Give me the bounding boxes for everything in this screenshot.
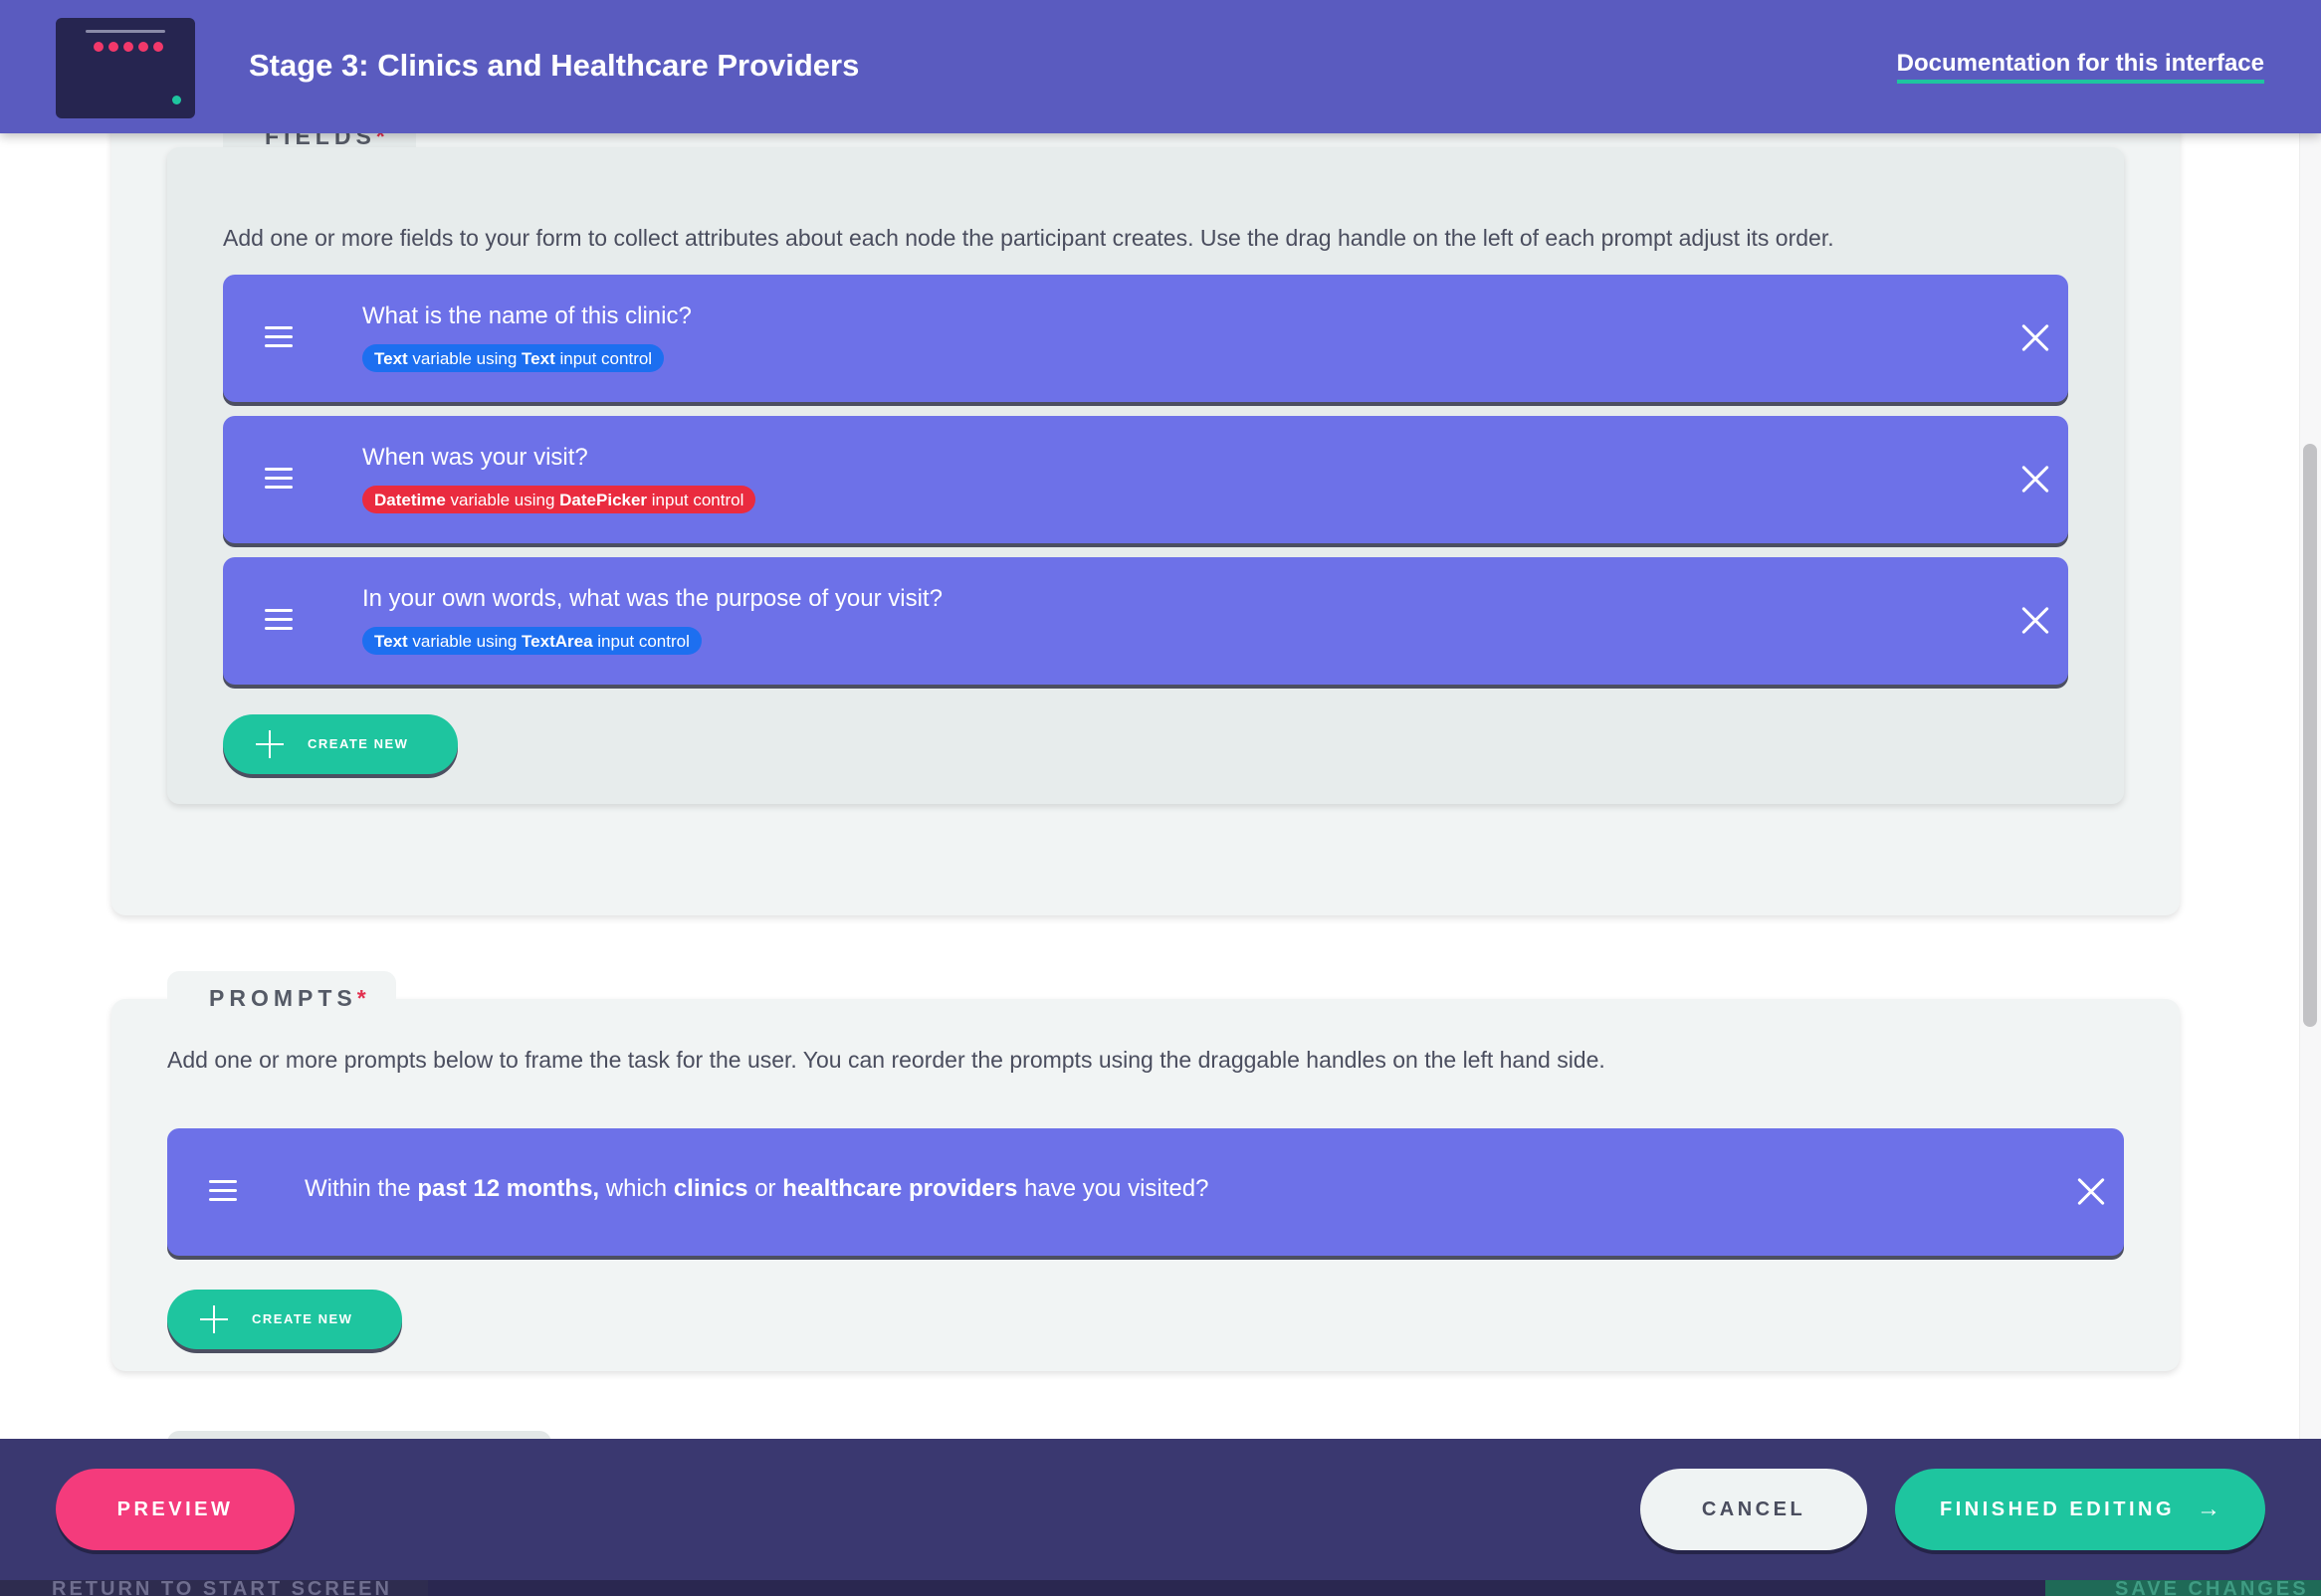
arrow-right-icon: → bbox=[2197, 1496, 2220, 1522]
field-question: In your own words, what was the purpose … bbox=[362, 585, 943, 612]
field-question: When was your visit? bbox=[362, 444, 588, 471]
plus-icon bbox=[256, 730, 284, 758]
preview-button[interactable]: PREVIEW bbox=[56, 1469, 295, 1550]
cancel-button[interactable]: CANCEL bbox=[1640, 1469, 1867, 1550]
remove-field-icon[interactable] bbox=[2020, 465, 2050, 495]
drag-handle-icon[interactable] bbox=[265, 609, 293, 631]
next-section-tab bbox=[167, 1431, 551, 1439]
thumbnail-add-button bbox=[172, 96, 181, 104]
finished-editing-button[interactable]: FINISHED EDITING → bbox=[1895, 1469, 2265, 1550]
remove-field-icon[interactable] bbox=[2020, 606, 2050, 636]
drag-handle-icon[interactable] bbox=[209, 1180, 237, 1202]
prompt-item[interactable]: Within the past 12 months, which clinics… bbox=[167, 1128, 2124, 1256]
thumbnail-nodes bbox=[94, 42, 163, 52]
required-marker: * bbox=[356, 985, 366, 1011]
interface-thumbnail bbox=[56, 18, 195, 118]
thumbnail-title-line bbox=[86, 30, 165, 33]
form-section: FIELDS* Add one or more fields to your f… bbox=[111, 133, 2180, 915]
scrollbar-thumb[interactable] bbox=[2303, 444, 2317, 1027]
variable-type-badge: Datetime variable using DatePicker input… bbox=[362, 486, 756, 513]
modal-header: Stage 3: Clinics and Healthcare Provider… bbox=[0, 0, 2321, 133]
variable-type-badge: Text variable using Text input control bbox=[362, 344, 665, 372]
create-new-label: CREATE NEW bbox=[252, 1311, 353, 1326]
field-item[interactable]: What is the name of this clinic? Text va… bbox=[223, 275, 2068, 402]
editor-scroll-area[interactable]: FIELDS* Add one or more fields to your f… bbox=[0, 133, 2321, 1439]
field-item[interactable]: When was your visit? Datetime variable u… bbox=[223, 416, 2068, 543]
prompt-text: Within the past 12 months, which clinics… bbox=[305, 1175, 1209, 1202]
prompts-section: PROMPTS* Add one or more prompts below t… bbox=[111, 971, 2180, 1371]
remove-field-icon[interactable] bbox=[2020, 323, 2050, 353]
prompts-description: Add one or more prompts below to frame t… bbox=[167, 1047, 1605, 1073]
prompts-tab-label: PROMPTS* bbox=[167, 971, 396, 1031]
plus-icon bbox=[200, 1305, 228, 1333]
documentation-link[interactable]: Documentation for this interface bbox=[1896, 50, 2264, 84]
drag-handle-icon[interactable] bbox=[265, 326, 293, 348]
create-new-field-button[interactable]: CREATE NEW bbox=[223, 714, 458, 774]
variable-type-badge: Text variable using TextArea input contr… bbox=[362, 627, 702, 655]
field-item[interactable]: In your own words, what was the purpose … bbox=[223, 557, 2068, 685]
stage-editor-modal: Stage 3: Clinics and Healthcare Provider… bbox=[0, 0, 2321, 1580]
stage-title: Stage 3: Clinics and Healthcare Provider… bbox=[249, 48, 860, 83]
field-question: What is the name of this clinic? bbox=[362, 302, 692, 329]
fields-panel: Add one or more fields to your form to c… bbox=[167, 147, 2124, 804]
fields-description: Add one or more fields to your form to c… bbox=[223, 225, 1834, 251]
modal-footer: PREVIEW CANCEL FINISHED EDITING → bbox=[0, 1439, 2321, 1580]
create-new-label: CREATE NEW bbox=[308, 736, 409, 751]
create-new-prompt-button[interactable]: CREATE NEW bbox=[167, 1290, 402, 1349]
remove-prompt-icon[interactable] bbox=[2076, 1177, 2106, 1207]
drag-handle-icon[interactable] bbox=[265, 468, 293, 490]
